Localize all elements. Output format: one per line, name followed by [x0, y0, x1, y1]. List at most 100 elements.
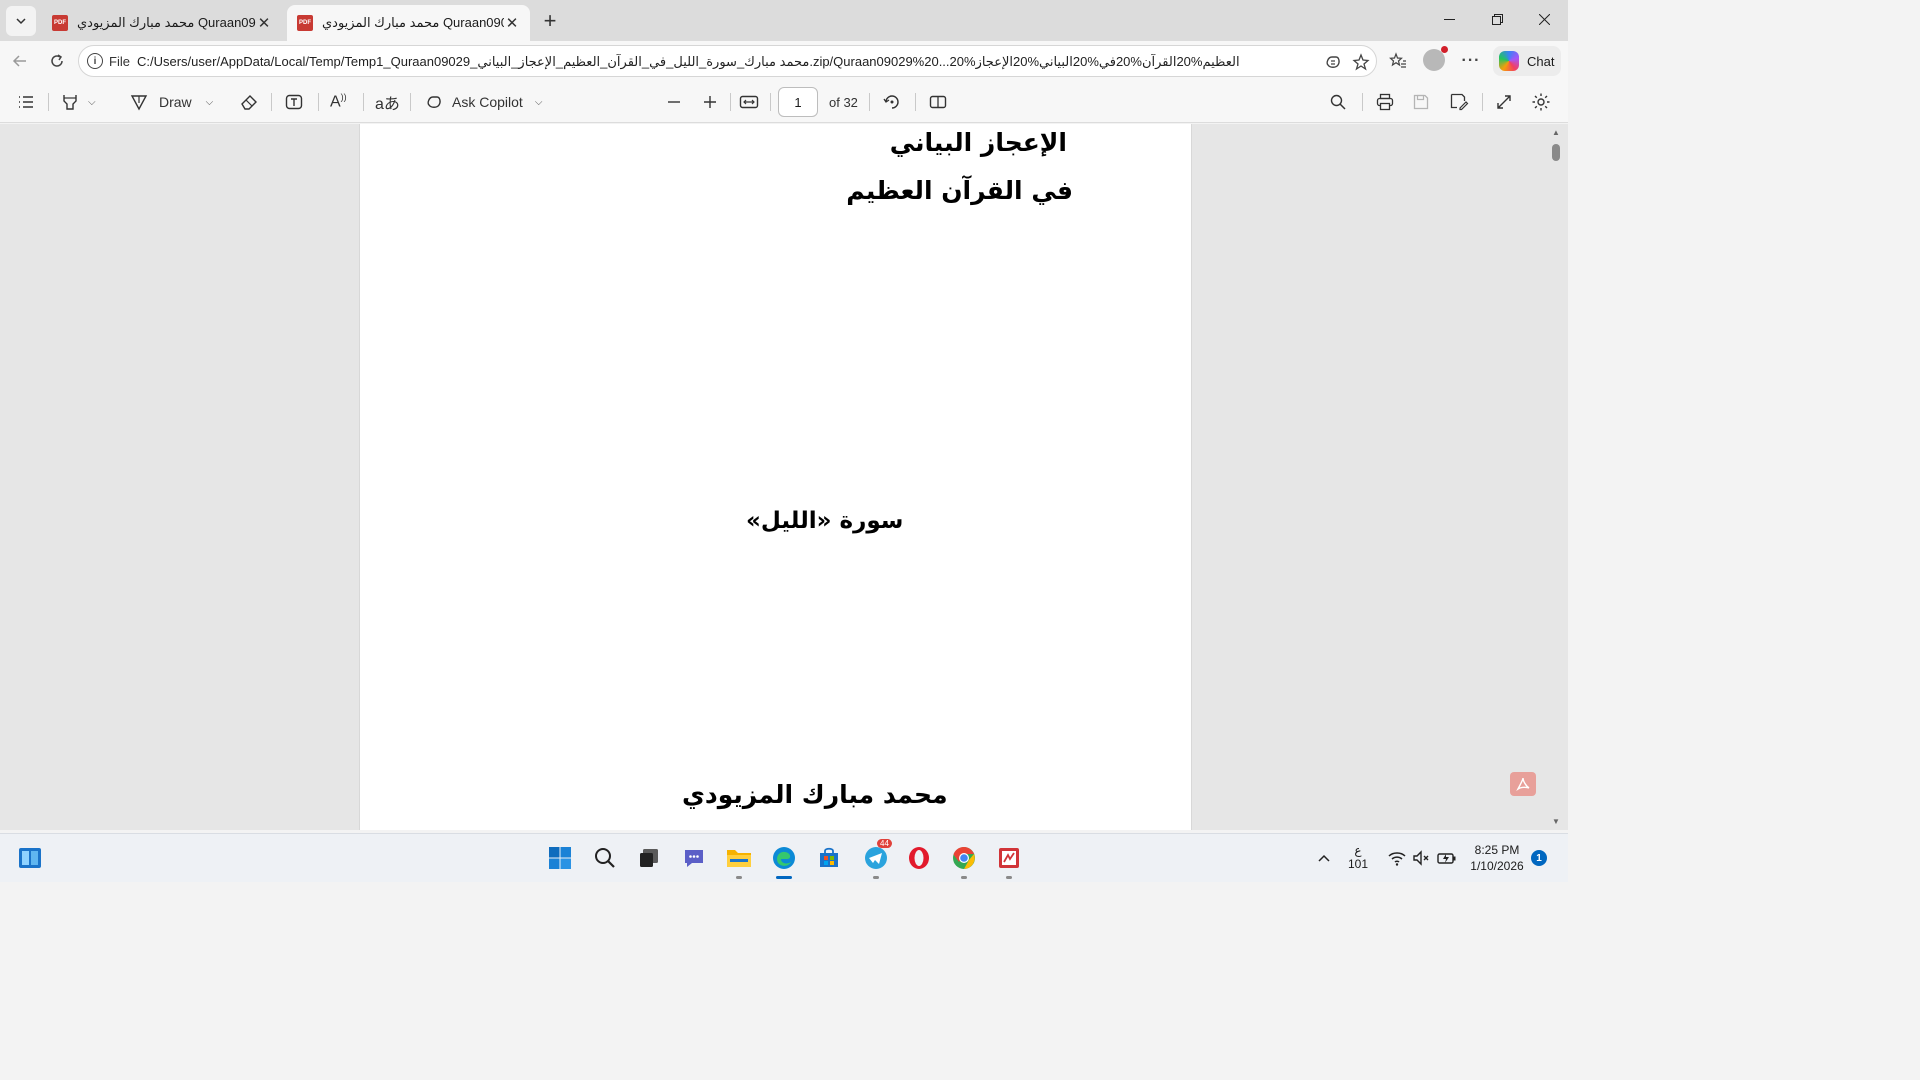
translate-button[interactable]: aあ	[375, 89, 400, 115]
task-view-icon	[640, 849, 658, 867]
search-button[interactable]	[590, 843, 620, 873]
close-window-button[interactable]	[1521, 0, 1567, 38]
language-label: ع	[1354, 843, 1362, 857]
chevron-down-icon[interactable]: ⌵	[206, 97, 214, 108]
rotate-icon	[883, 95, 899, 109]
pdf-viewer-area[interactable]: الإعجاز البياني في القرآن العظيم سورة «ا…	[0, 124, 1568, 830]
save-disk-icon	[1413, 94, 1429, 110]
restore-button[interactable]	[1474, 0, 1520, 38]
clock[interactable]: 8:25 PM 1/10/2026	[1466, 842, 1528, 874]
chevron-down-icon[interactable]: ⌵	[88, 97, 96, 108]
print-button[interactable]	[1375, 89, 1395, 115]
telegram-unread-badge: 44	[877, 839, 892, 848]
settings-button[interactable]	[1531, 89, 1551, 115]
widgets-icon	[19, 848, 41, 868]
refresh-button[interactable]	[43, 47, 71, 75]
tab-quraan09031[interactable]: PDF محمد مبارك المزيودي Quraan09031 ✕	[42, 5, 282, 41]
profile-avatar[interactable]	[1423, 46, 1448, 71]
keyboard-layout-label: 101	[1347, 857, 1369, 871]
store-bag-icon	[820, 847, 838, 867]
copilot-chat-button[interactable]: Chat	[1493, 46, 1561, 76]
adobe-acrobat-icon[interactable]	[1510, 772, 1536, 796]
toolbar-divider	[869, 93, 870, 111]
pdf-page[interactable]: الإعجاز البياني في القرآن العظيم سورة «ا…	[359, 124, 1192, 830]
running-indicator	[1006, 876, 1012, 879]
favorite-button[interactable]	[1350, 51, 1372, 73]
chrome-button[interactable]	[949, 843, 979, 879]
widgets-button[interactable]	[15, 843, 45, 873]
highlight-button[interactable]: ⌵	[60, 89, 96, 115]
eraser-icon	[241, 95, 257, 110]
pdf-file-icon: PDF	[297, 15, 313, 31]
task-view-button[interactable]	[634, 843, 664, 873]
info-icon[interactable]: i	[87, 53, 103, 69]
minus-icon	[668, 101, 680, 103]
new-tab-button[interactable]: +	[536, 7, 564, 35]
address-bar[interactable]: i File C:/Users/user/AppData/Local/Temp/…	[78, 45, 1377, 77]
erase-button[interactable]	[239, 89, 259, 115]
pdf-app-button[interactable]	[994, 843, 1024, 879]
fit-to-width-button[interactable]	[738, 89, 760, 115]
find-button[interactable]	[1329, 89, 1347, 115]
back-button[interactable]	[6, 47, 34, 75]
fullscreen-button[interactable]	[1495, 89, 1513, 115]
show-hidden-icons-button[interactable]	[1309, 843, 1339, 873]
close-icon[interactable]: ✕	[504, 15, 520, 32]
chevron-down-icon	[16, 18, 26, 25]
minimize-button[interactable]	[1426, 0, 1472, 38]
scrollbar-thumb[interactable]	[1552, 144, 1560, 161]
pdf-reader-icon	[999, 848, 1019, 868]
save-button[interactable]	[1412, 89, 1430, 115]
tab-actions-menu-button[interactable]	[6, 6, 36, 36]
zoom-out-button[interactable]	[665, 89, 683, 115]
ask-copilot-button[interactable]: Ask Copilot ⌵	[424, 89, 542, 115]
favorites-button[interactable]	[1384, 47, 1412, 75]
clock-time: 8:25 PM	[1474, 843, 1520, 857]
file-explorer-button[interactable]	[724, 843, 754, 879]
scroll-up-arrow-icon[interactable]: ▲	[1552, 128, 1560, 137]
start-button[interactable]	[545, 843, 575, 873]
input-language-indicator[interactable]: ع 101	[1346, 843, 1370, 871]
star-icon	[1352, 53, 1370, 71]
teams-chat-button[interactable]	[679, 843, 709, 873]
toolbar-divider	[318, 93, 319, 111]
arrow-left-icon	[12, 55, 26, 67]
url-text[interactable]: C:/Users/user/AppData/Local/Temp/Temp1_Q…	[137, 54, 1305, 70]
pdf-file-icon: PDF	[52, 15, 68, 31]
page-number-input[interactable]: 1	[778, 87, 818, 117]
chevron-up-icon	[1318, 854, 1330, 862]
tab-title: محمد مبارك المزيودي Quraan09029	[322, 15, 504, 30]
copilot-page-icon[interactable]	[1322, 51, 1344, 73]
copilot-icon	[1326, 56, 1340, 68]
scroll-down-arrow-icon[interactable]: ▼	[1552, 817, 1560, 826]
battery-charging-icon	[1437, 853, 1456, 864]
edge-taskbar-button[interactable]	[769, 843, 799, 879]
tab-quraan09029[interactable]: PDF محمد مبارك المزيودي Quraan09029 ✕	[287, 5, 530, 41]
add-text-button[interactable]	[284, 89, 304, 115]
favorites-star-list-icon	[1389, 52, 1406, 68]
vertical-scrollbar[interactable]: ▲ ▼	[1550, 124, 1562, 830]
rotate-button[interactable]	[882, 89, 902, 115]
opera-button[interactable]	[904, 843, 934, 873]
close-icon[interactable]: ✕	[256, 15, 272, 32]
author-name: محمد مبارك المزيودي	[682, 780, 948, 809]
save-as-button[interactable]	[1449, 89, 1469, 115]
chat-label: Chat	[1527, 53, 1555, 69]
table-of-contents-button[interactable]	[16, 89, 36, 115]
draw-button[interactable]: Draw ⌵	[129, 89, 213, 115]
microsoft-store-button[interactable]	[814, 843, 844, 873]
toolbar-divider	[410, 93, 411, 111]
chevron-down-icon[interactable]: ⌵	[535, 97, 543, 108]
text-box-icon	[285, 94, 303, 110]
copilot-icon	[1499, 51, 1519, 71]
ask-copilot-label: Ask Copilot	[452, 94, 523, 110]
toolbar-divider	[730, 93, 731, 111]
telegram-button[interactable]: 44	[861, 839, 892, 879]
read-aloud-button[interactable]: A))	[330, 89, 347, 115]
battery-status[interactable]	[1432, 843, 1462, 873]
more-options-button[interactable]: ···	[1457, 47, 1485, 75]
notification-count-badge[interactable]: 1	[1531, 850, 1547, 866]
wifi-icon	[1388, 852, 1406, 866]
zoom-in-button[interactable]	[701, 89, 719, 115]
page-view-button[interactable]	[927, 89, 949, 115]
